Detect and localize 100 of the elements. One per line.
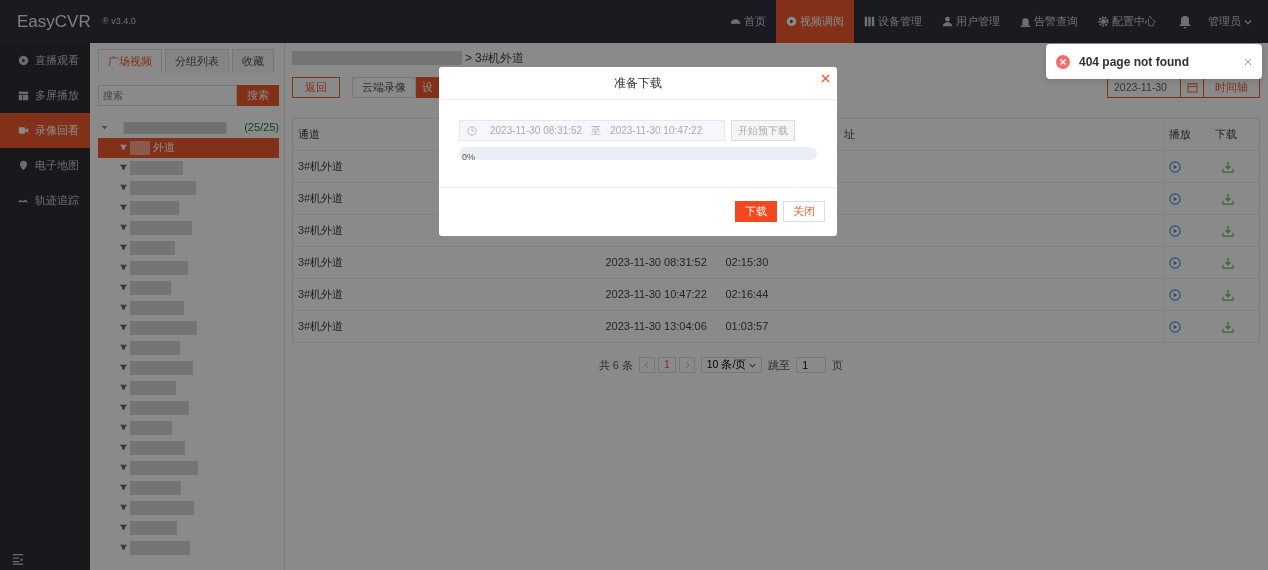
previous-page-icon [638,357,655,374]
play-icon[interactable] [1169,193,1181,206]
search-button[interactable]: 搜索 [237,84,279,106]
table-cell: 02:15:30 [720,246,827,279]
camera-icon [120,464,127,471]
nav-tab[interactable]: 首页 [720,0,776,43]
camera-icon [120,304,127,311]
play-icon[interactable] [1169,321,1181,334]
search-field[interactable]: 搜索 [98,84,237,106]
camera-icon [120,184,127,191]
tree-node[interactable]: 外道 [98,137,279,158]
nav-tab[interactable]: 配置中心 [1088,0,1166,43]
user-icon [942,16,953,27]
blurred-label [130,140,150,155]
back-button[interactable]: 返回 [292,77,340,98]
close-icon[interactable] [1244,57,1252,66]
siren-icon [1020,16,1031,27]
page-size-select[interactable]: 10 条/页 [700,357,763,374]
tree-node[interactable]: (25/25) [98,117,279,138]
sidebar-item[interactable]: 录像回看 [0,113,90,148]
nav-tab[interactable]: 用户管理 [932,0,1010,43]
camera-icon [120,144,127,151]
panel-tab[interactable]: 广场视频 [98,49,162,73]
panel-tab[interactable]: 分组列表 [165,49,229,73]
date-range-field[interactable]: 2023-11-30 08:31:52 至 2023-11-30 10:47:22 [459,120,725,141]
sidebar-item[interactable]: 电子地图 [0,148,90,183]
table-cell: 3#机外道 [292,310,601,343]
table-cell: 02:16:44 [720,278,827,311]
download-icon[interactable] [1221,225,1234,238]
camera-icon [120,284,127,291]
table-cell: 3#机外道 [292,278,601,311]
table-cell: 01:03:57 [720,310,827,343]
column-header: 下载 [1209,118,1260,151]
dialog-title: 准备下载 [614,75,662,92]
user-menu[interactable]: 管理员 [1198,0,1262,43]
columns-icon [864,16,875,27]
camera-icon [120,204,127,211]
download-icon[interactable] [1221,321,1234,334]
camera-icon [120,544,127,551]
source-tab[interactable]: 云端录像 [352,77,416,98]
sidebar-item[interactable]: 轨迹追踪 [0,183,90,218]
camera-icon [120,524,127,531]
camera-icon [120,384,127,391]
next-page-icon [678,357,695,374]
breadcrumb-separator: > [465,50,472,67]
table-cell: 3#机外道 [292,246,601,279]
error-icon [1056,54,1070,69]
play-icon[interactable] [1169,225,1181,238]
video-camera-icon [18,125,29,136]
column-header: 播放 [1163,118,1210,151]
timeline-button[interactable]: 时间轴 [1204,77,1260,98]
camera-icon [120,424,127,431]
calendar-icon [1186,82,1198,93]
download-icon[interactable] [1221,161,1234,174]
table-cell: 2023-11-30 10:47:22 [600,278,721,311]
panel-tab[interactable]: 收藏 [232,49,274,73]
close-button[interactable]: 关闭 [783,201,825,222]
play-icon[interactable] [1169,289,1181,302]
app-logo: EasyCVR [17,10,91,33]
total-count: 共 6 条 [598,358,633,373]
download-button[interactable]: 下载 [735,201,777,222]
page-jump-field[interactable]: 1 [796,357,827,374]
camera-icon [120,444,127,451]
sidebar-item[interactable]: 多屏播放 [0,78,90,113]
download-icon[interactable] [1221,289,1234,302]
table-cell: 2023-11-30 13:04:06 [600,310,721,343]
play-icon[interactable] [1169,161,1181,174]
play-icon[interactable] [1169,257,1181,270]
sidebar-item[interactable]: 直播观看 [0,43,90,78]
node-label: 外道 [153,140,175,156]
clock-icon [467,125,477,136]
camera-icon [120,504,127,511]
range-separator: 至 [591,124,602,138]
caret-icon [1244,17,1252,26]
node-count: (25/25) [244,120,279,136]
table-cell: 2023-11-30 08:31:52 [600,246,721,279]
map-pin-icon [18,160,29,171]
nav-tab[interactable]: 设备管理 [854,0,932,43]
close-icon[interactable] [821,74,830,83]
range-end: 2023-11-30 10:47:22 [610,124,703,138]
range-start: 2023-11-30 08:31:52 [490,124,583,138]
nav-tab[interactable]: 告警查询 [1010,0,1088,43]
page-button[interactable]: 1 [657,357,676,374]
download-icon[interactable] [1221,193,1234,206]
progress-label: 0% [461,152,475,162]
page-suffix: 页 [832,358,844,373]
play-icon [18,55,29,66]
toast-message: 404 page not found [1079,53,1189,71]
nav-tab[interactable]: 视频调阅 [776,0,854,43]
camera-icon [120,224,127,231]
camera-icon [120,484,127,491]
camera-icon [120,244,127,251]
camera-icon [120,404,127,411]
jump-label: 跳至 [768,358,791,373]
camera-icon [120,264,127,271]
camera-icon [120,344,127,351]
play-icon [786,16,797,27]
download-icon[interactable] [1221,257,1234,270]
gauge-icon [730,16,741,27]
bell-icon [1178,14,1192,29]
